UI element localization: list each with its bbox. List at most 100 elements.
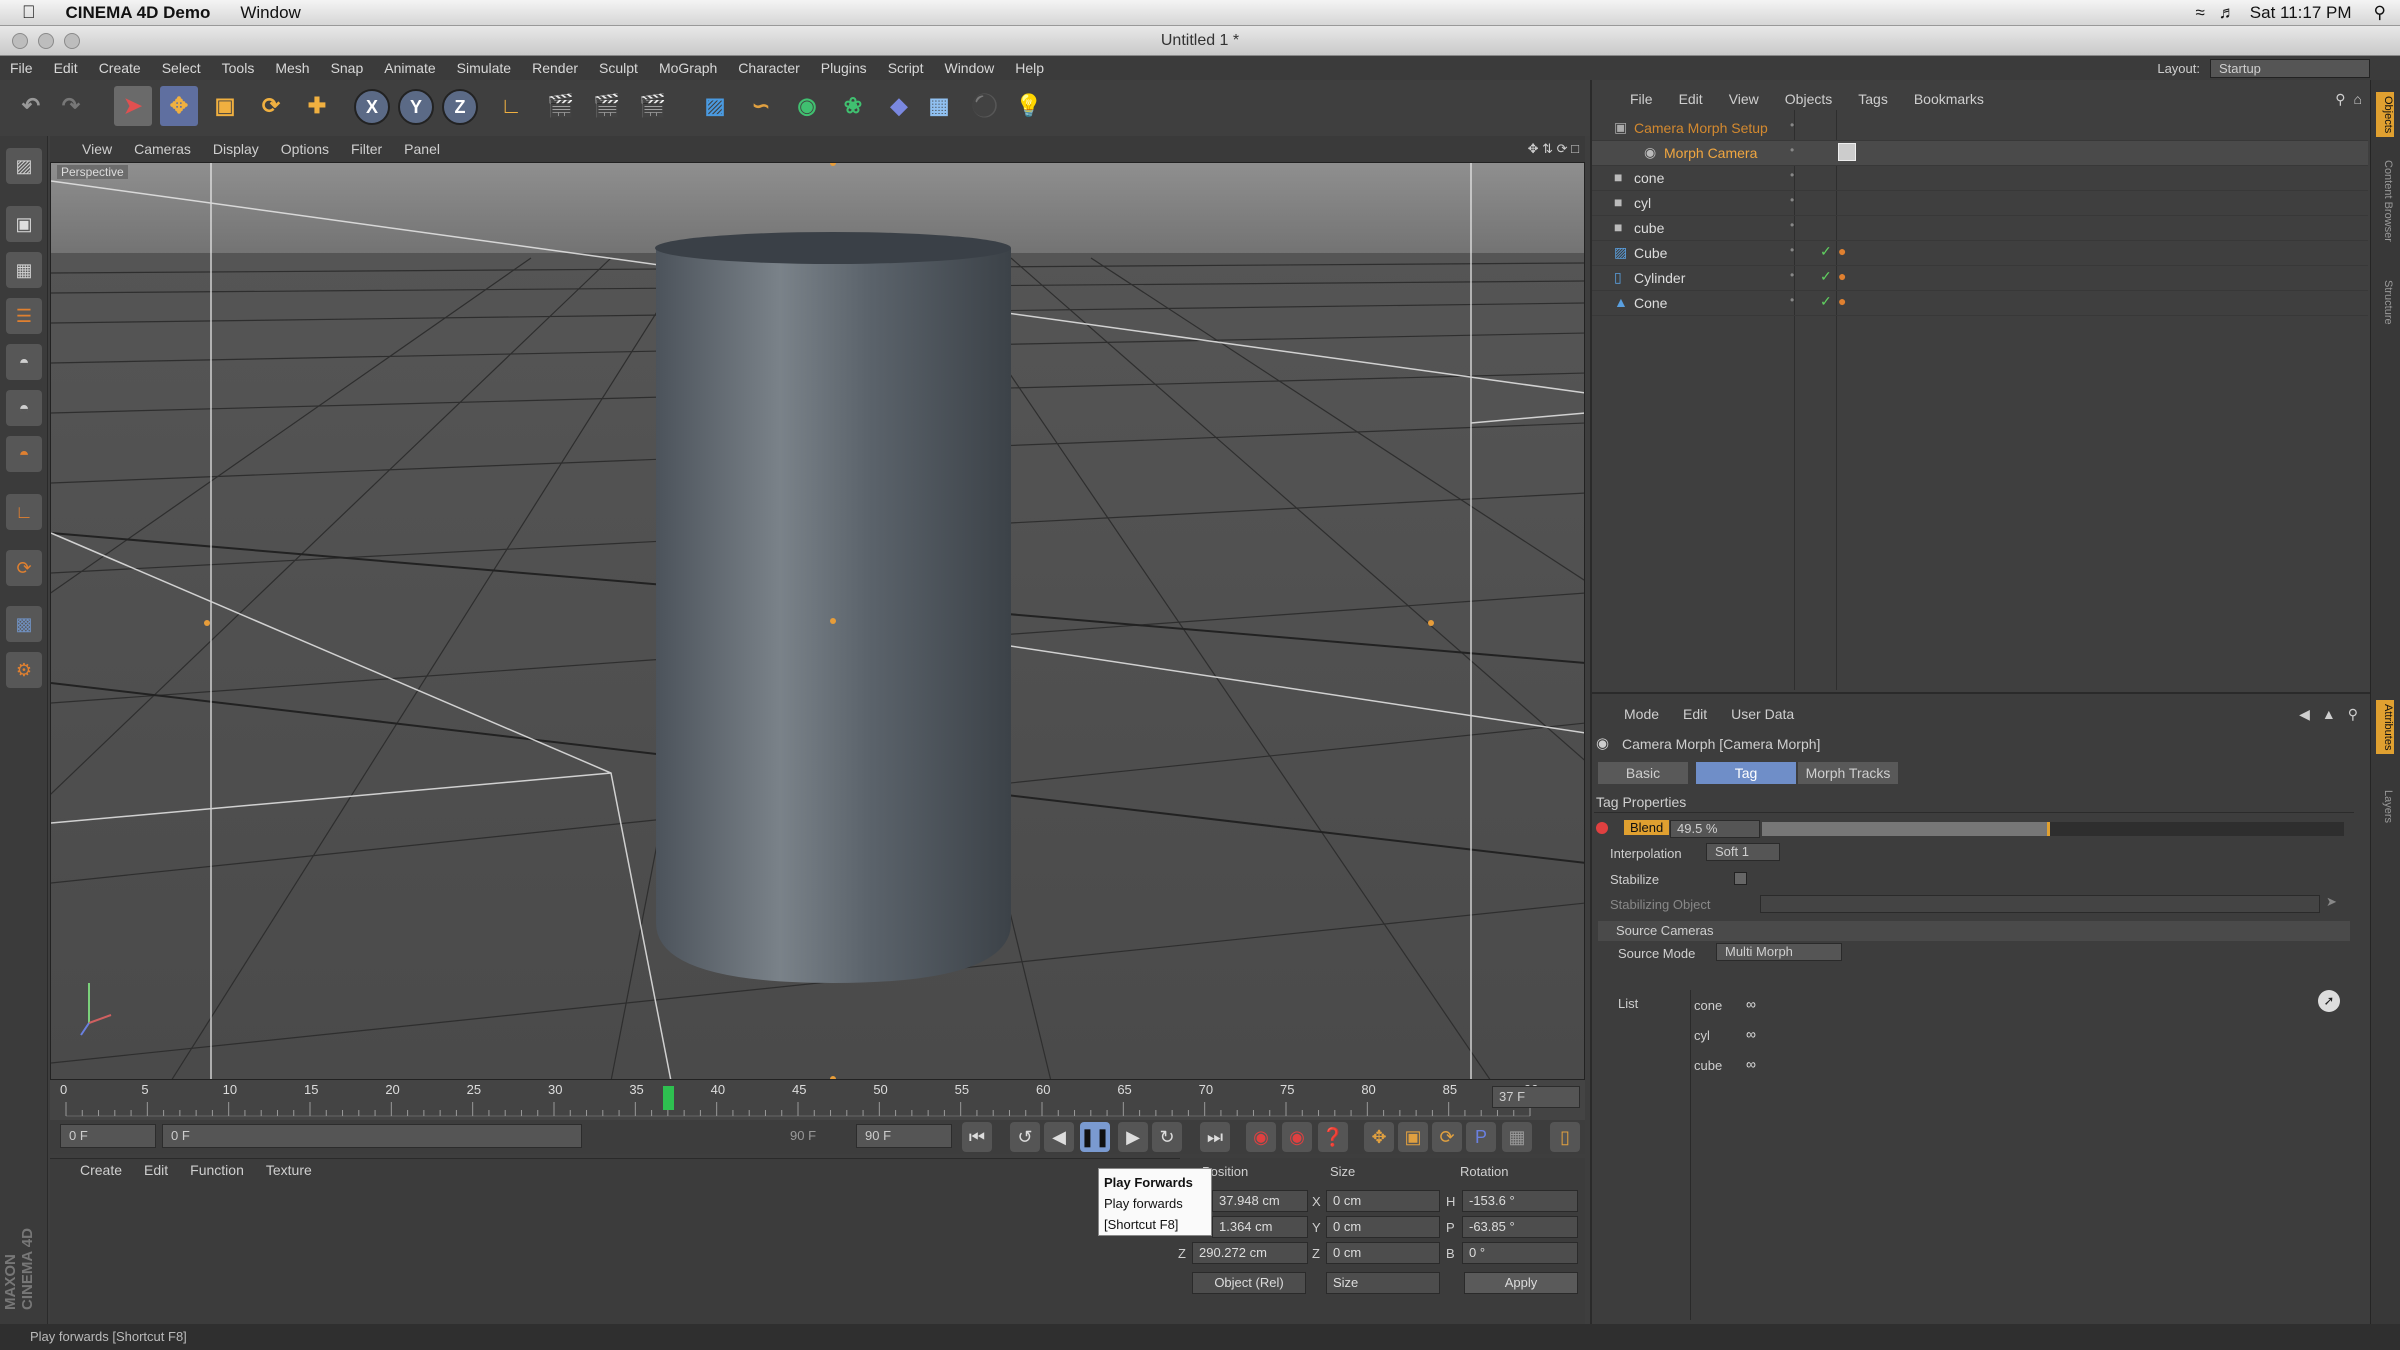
- attr-up-icon[interactable]: ▲: [2322, 706, 2336, 722]
- cube-primitive-icon[interactable]: ▨: [696, 86, 734, 126]
- apply-button[interactable]: Apply: [1464, 1272, 1578, 1294]
- rotation-p-field[interactable]: -63.85 °: [1462, 1216, 1578, 1238]
- object-row[interactable]: ▲ Cone • ✓ ●: [1592, 291, 2368, 316]
- blend-slider[interactable]: [1762, 822, 2344, 836]
- floor-icon[interactable]: ▦: [920, 86, 958, 126]
- object-row[interactable]: ■ cyl •: [1592, 191, 2368, 216]
- menu-help[interactable]: Help: [1015, 60, 1044, 76]
- layout-dropdown[interactable]: Startup: [2210, 58, 2370, 78]
- playhead[interactable]: [662, 1086, 674, 1110]
- attr-menu-edit[interactable]: Edit: [1683, 706, 1707, 722]
- menu-mesh[interactable]: Mesh: [275, 60, 309, 76]
- render-settings-icon[interactable]: 🎬: [634, 86, 672, 126]
- key-parameter-icon[interactable]: P: [1466, 1122, 1496, 1152]
- object-name[interactable]: cube: [1634, 220, 1664, 236]
- camera-link-icon[interactable]: ∞: [1746, 1026, 1756, 1042]
- object-row[interactable]: ■ cube •: [1592, 216, 2368, 241]
- edges-mode-icon[interactable]: ◓: [6, 390, 42, 426]
- polygons-mode-icon[interactable]: ◓: [6, 436, 42, 472]
- side-tab-structure[interactable]: Structure: [2376, 280, 2394, 325]
- object-search-icon[interactable]: ⚲: [2335, 91, 2345, 108]
- object-menu-view[interactable]: View: [1729, 91, 1759, 107]
- object-menu-bookmarks[interactable]: Bookmarks: [1914, 91, 1984, 107]
- source-mode-dropdown[interactable]: Multi Morph: [1716, 943, 1842, 961]
- key-scale-icon[interactable]: ▣: [1398, 1122, 1428, 1152]
- tab-basic[interactable]: Basic: [1598, 762, 1688, 784]
- rotation-h-field[interactable]: -153.6 °: [1462, 1190, 1578, 1212]
- menu-snap[interactable]: Snap: [331, 60, 364, 76]
- blend-field[interactable]: 49.5 %: [1670, 820, 1760, 838]
- next-frame-icon[interactable]: ▶: [1118, 1122, 1148, 1152]
- object-menu-tags[interactable]: Tags: [1858, 91, 1888, 107]
- object-name[interactable]: Cube: [1634, 245, 1667, 261]
- camera-list-item[interactable]: cone ∞: [1694, 996, 1794, 1018]
- stabilizing-object-field[interactable]: [1760, 895, 2320, 913]
- previous-frame-icon[interactable]: ◀: [1044, 1122, 1074, 1152]
- workplane-icon[interactable]: ☰: [6, 298, 42, 334]
- visibility-dots-icon[interactable]: •: [1790, 218, 1794, 232]
- record-icon[interactable]: ◉: [1246, 1122, 1276, 1152]
- camera-list-item[interactable]: cyl ∞: [1694, 1026, 1794, 1048]
- window-menu[interactable]: Window: [240, 3, 300, 23]
- key-rotation-icon[interactable]: ⟳: [1432, 1122, 1462, 1152]
- viewport-menu-cameras[interactable]: Cameras: [134, 141, 191, 157]
- render-picture-viewer-icon[interactable]: 🎬: [588, 86, 626, 126]
- app-menu[interactable]: CINEMA 4D Demo: [66, 3, 211, 23]
- play-forwards-button[interactable]: ❚❚: [1080, 1122, 1110, 1152]
- deformer-icon[interactable]: ◆: [880, 86, 918, 126]
- tweak-mode-icon[interactable]: ⟳: [6, 550, 42, 586]
- camera-icon[interactable]: ⚫: [966, 86, 1004, 126]
- object-name[interactable]: Cylinder: [1634, 270, 1685, 286]
- attr-menu-mode[interactable]: Mode: [1624, 706, 1659, 722]
- object-row[interactable]: ◉ Morph Camera •: [1592, 141, 2368, 166]
- tab-tag[interactable]: Tag: [1696, 762, 1796, 784]
- viewport-menu-options[interactable]: Options: [281, 141, 329, 157]
- attr-back-icon[interactable]: ◀: [2299, 706, 2310, 723]
- viewport-menu-filter[interactable]: Filter: [351, 141, 382, 157]
- phong-tag-icon[interactable]: ●: [1838, 243, 1846, 259]
- camera-list-item[interactable]: cube ∞: [1694, 1056, 1794, 1078]
- object-menu-file[interactable]: File: [1630, 91, 1653, 107]
- menu-edit[interactable]: Edit: [54, 60, 78, 76]
- menu-sculpt[interactable]: Sculpt: [599, 60, 638, 76]
- clock[interactable]: Sat 11:17 PM: [2250, 3, 2352, 23]
- z-axis-lock-icon[interactable]: Z: [442, 89, 478, 125]
- min-time-field[interactable]: 0 F: [60, 1124, 156, 1148]
- visibility-dots-icon[interactable]: •: [1790, 118, 1794, 132]
- menu-character[interactable]: Character: [738, 60, 799, 76]
- object-name[interactable]: Camera Morph Setup: [1634, 120, 1768, 136]
- visibility-dots-icon[interactable]: •: [1790, 143, 1794, 157]
- viewport-menu-panel[interactable]: Panel: [404, 141, 440, 157]
- size-mode-dropdown[interactable]: Size: [1326, 1272, 1440, 1294]
- object-name[interactable]: Cone: [1634, 295, 1667, 311]
- redo-icon[interactable]: ↷: [52, 86, 90, 126]
- material-menu-create[interactable]: Create: [80, 1162, 122, 1178]
- object-row[interactable]: ▣ Camera Morph Setup •: [1592, 116, 2368, 141]
- apple-icon[interactable]: : [22, 2, 36, 23]
- viewport-menu-display[interactable]: Display: [213, 141, 259, 157]
- key-pla-icon[interactable]: ▦: [1502, 1122, 1532, 1152]
- size-z-field[interactable]: 0 cm: [1326, 1242, 1440, 1264]
- stabilize-checkbox[interactable]: [1734, 872, 1747, 885]
- snap-icon[interactable]: ▩: [6, 606, 42, 642]
- object-name[interactable]: cone: [1634, 170, 1664, 186]
- object-menu-edit[interactable]: Edit: [1679, 91, 1703, 107]
- side-tab-content-browser[interactable]: Content Browser: [2376, 160, 2394, 242]
- autokey-icon[interactable]: ◉: [1282, 1122, 1312, 1152]
- array-icon[interactable]: ❀: [834, 86, 872, 126]
- menu-create[interactable]: Create: [99, 60, 141, 76]
- go-to-end-icon[interactable]: ⏭: [1200, 1122, 1230, 1152]
- menu-file[interactable]: File: [10, 60, 33, 76]
- move-tool-icon[interactable]: ✥: [160, 86, 198, 126]
- spotlight-icon[interactable]: ⚲: [2374, 3, 2386, 23]
- menu-select[interactable]: Select: [162, 60, 201, 76]
- keyframe-selection-icon[interactable]: ❓: [1318, 1122, 1348, 1152]
- coord-mode-dropdown[interactable]: Object (Rel): [1192, 1272, 1306, 1294]
- make-editable-icon[interactable]: ▨: [6, 148, 42, 184]
- enabled-check-icon[interactable]: ✓: [1820, 243, 1832, 260]
- timeline-ruler[interactable]: 051015202530354045505560657075808590 37 …: [50, 1080, 1585, 1120]
- undo-icon[interactable]: ↶: [12, 86, 50, 126]
- points-mode-icon[interactable]: ◓: [6, 344, 42, 380]
- viewport-menu-view[interactable]: View: [82, 141, 112, 157]
- object-row[interactable]: ▨ Cube • ✓ ●: [1592, 241, 2368, 266]
